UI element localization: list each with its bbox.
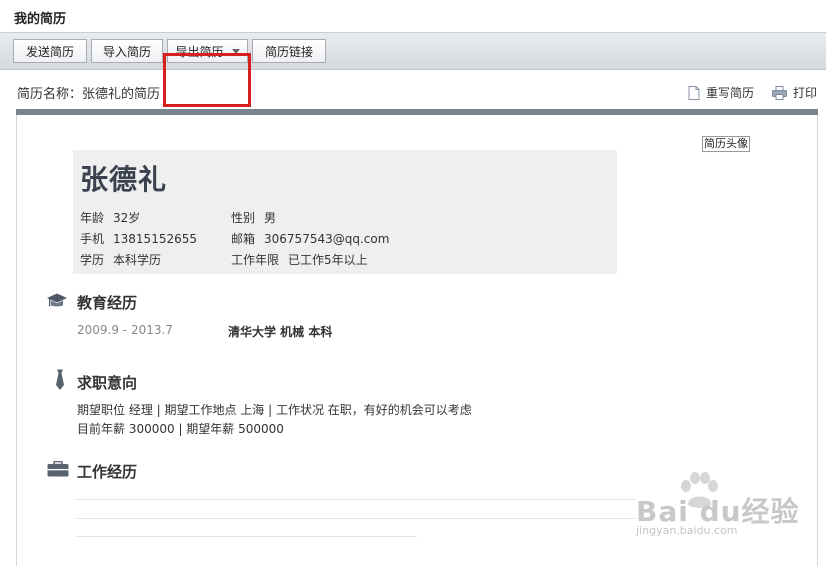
resume-link-button[interactable]: 简历链接 <box>252 39 326 63</box>
education-school: 清华大学 机械 本科 <box>228 325 333 339</box>
resume-link-label: 简历链接 <box>264 44 313 59</box>
send-resume-button[interactable]: 发送简历 <box>13 39 87 63</box>
resume-card-header-bar <box>16 109 818 115</box>
work-years-row: 工作年限 已工作5年以上 <box>231 251 368 268</box>
toolbar: 发送简历 导入简历 导出简历 简历链接 <box>0 32 826 107</box>
email-row: 邮箱 306757543@qq.com <box>231 230 389 247</box>
education-level-label: 学历 <box>80 253 105 267</box>
page-title: 我的简历 <box>14 12 67 27</box>
page: 我的简历 发送简历 导入简历 导出简历 简历链接 简历名称：张德礼的简历 重写简… <box>0 0 826 566</box>
resume-photo[interactable]: 简历头像 <box>702 136 750 152</box>
work-years-label: 工作年限 <box>231 253 280 267</box>
age-value: 32岁 <box>113 211 141 225</box>
rewrite-resume-button[interactable]: 重写简历 <box>688 84 754 101</box>
education-level-row: 学历 本科学历 <box>80 251 161 268</box>
education-section-title: 教育经历 <box>77 294 138 312</box>
resume-name-value: 张德礼的简历 <box>82 87 161 102</box>
gender-value: 男 <box>264 211 277 225</box>
document-icon <box>688 85 700 100</box>
baidu-watermark: Bai du经验 jingyan.baidu.com <box>636 472 800 537</box>
divider-line <box>76 499 636 500</box>
import-resume-label: 导入简历 <box>102 44 151 59</box>
send-resume-label: 发送简历 <box>25 44 74 59</box>
education-level-value: 本科学历 <box>113 253 162 267</box>
print-button[interactable]: 打印 <box>772 84 817 101</box>
phone-label: 手机 <box>80 232 105 246</box>
email-value: 306757543@qq.com <box>264 232 390 246</box>
education-date: 2009.9 - 2013.7 <box>77 323 173 337</box>
gender-row: 性别男 <box>231 209 276 226</box>
briefcase-icon <box>47 461 69 477</box>
divider-line <box>76 536 417 537</box>
work-section-title: 工作经历 <box>77 463 138 481</box>
gender-label: 性别 <box>231 211 256 225</box>
phone-row: 手机 13815152655 <box>80 230 197 247</box>
necktie-icon <box>56 369 64 390</box>
resume-name-label: 简历名称： <box>17 87 83 102</box>
import-resume-button[interactable]: 导入简历 <box>91 39 163 63</box>
email-label: 邮箱 <box>231 232 256 246</box>
work-years-value: 已工作5年以上 <box>288 253 368 267</box>
age-label: 年龄 <box>80 211 105 225</box>
divider-line <box>76 518 636 519</box>
job-intent-line-1: 期望职位 经理 | 期望工作地点 上海 | 工作状况 在职，有好的机会可以考虑 <box>77 403 472 417</box>
phone-value: 13815152655 <box>113 232 197 246</box>
graduation-cap-icon <box>47 293 67 307</box>
watermark-url: jingyan.baidu.com <box>636 524 738 537</box>
job-intent-line-2: 目前年薪 300000 | 期望年薪 500000 <box>77 422 284 436</box>
highlight-annotation-box <box>163 53 251 107</box>
resume-name: 简历名称：张德礼的简历 <box>17 83 160 102</box>
person-name: 张德礼 <box>80 163 168 196</box>
age-row: 年龄 32岁 <box>80 209 140 226</box>
print-label: 打印 <box>793 86 818 100</box>
rewrite-resume-label: 重写简历 <box>706 86 755 100</box>
job-intent-section-title: 求职意向 <box>77 374 138 392</box>
printer-icon <box>772 85 787 100</box>
